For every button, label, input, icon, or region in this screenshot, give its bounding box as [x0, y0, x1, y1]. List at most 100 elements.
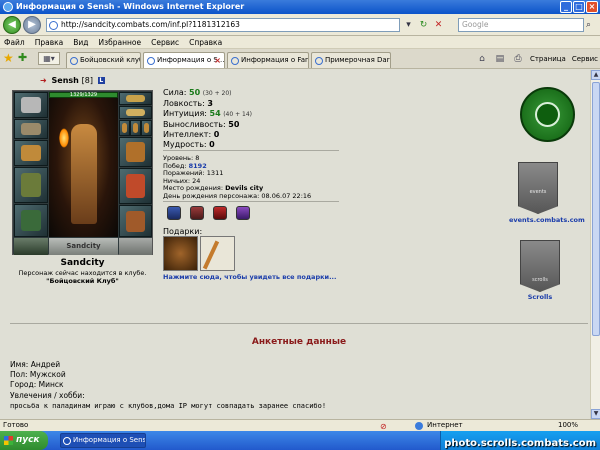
boots-slot[interactable] [119, 205, 152, 237]
gloves-slot[interactable] [119, 137, 152, 167]
page-icon [49, 21, 58, 30]
zoom-level[interactable]: 100% [558, 420, 578, 431]
badge-shield-icon[interactable] [167, 206, 181, 220]
favorites-star-icon[interactable]: ★ [3, 52, 15, 64]
tab-page-icon [315, 57, 323, 65]
dropdown-arrow-icon[interactable]: ▾ [402, 18, 415, 32]
forward-button[interactable]: ▶ [23, 16, 41, 34]
bull-emblem-icon[interactable] [520, 87, 575, 142]
belt-slot[interactable] [14, 204, 48, 237]
ring-icon [121, 123, 128, 133]
armor-slot[interactable] [14, 167, 48, 203]
minimize-button[interactable]: _ [560, 1, 572, 13]
menu-view[interactable]: Вид [73, 36, 88, 48]
menu-favorites[interactable]: Избранное [99, 36, 142, 48]
record-value: 1311 [206, 169, 224, 177]
badge-knight-icon[interactable] [190, 206, 204, 220]
character-name[interactable]: Sensh [52, 76, 79, 85]
gifts-label: Подарки: [163, 227, 203, 236]
tab-page-icon [70, 57, 78, 65]
scrolls-banner[interactable]: scrolls [520, 240, 560, 292]
status-bar: Готово ⊘ Интернет 100% [0, 419, 600, 431]
scroll-down-icon[interactable]: ▼ [591, 409, 600, 419]
vertical-scrollbar[interactable]: ▲ ▼ [590, 70, 600, 419]
refresh-icon[interactable]: ↻ [417, 18, 430, 32]
taskbar: пуск Информация о Sensh... photo.scrolls… [0, 431, 600, 450]
security-zone[interactable]: Интернет [415, 420, 463, 431]
tab-info-sensh[interactable]: Информация о S... × [143, 52, 225, 68]
gift-hockey-stick-icon[interactable] [200, 236, 235, 271]
zone-label: Интернет [427, 421, 463, 429]
tab-bar: ★ ✚ ▦▾ Бойцовский клуб Информация о S...… [0, 49, 600, 69]
profile-gender: Пол: Мужской [10, 370, 66, 380]
stop-icon[interactable]: ✕ [432, 18, 445, 32]
menu-edit[interactable]: Правка [35, 36, 64, 48]
menu-help[interactable]: Справка [189, 36, 222, 48]
menu-tools[interactable]: Сервис [151, 36, 179, 48]
ring-slot-3[interactable] [141, 120, 152, 136]
hp-bar: 1329/1329 [49, 92, 118, 98]
record-label: День рождения персонажа: [163, 191, 260, 200]
tab-label: Примерочная DarkClan [325, 56, 390, 64]
stat-intuition: Интуиция: 54 (40 + 14) [163, 109, 252, 120]
shield-slot[interactable] [119, 168, 152, 204]
gift-chest-icon[interactable] [163, 236, 198, 271]
page-content: ➜ Sensh [8] L 1329/1329 Sandcity Sandcit… [0, 70, 600, 419]
ring-slot-2[interactable] [130, 120, 141, 136]
gloves-icon [126, 142, 145, 162]
window-titlebar: Информация о Sensh - Windows Internet Ex… [0, 0, 600, 14]
hammer-icon [21, 144, 41, 162]
weapon-slot[interactable] [14, 140, 48, 166]
gifts-row [163, 236, 235, 271]
maximize-button[interactable]: □ [573, 1, 585, 13]
stat-label: Ловкость: [163, 99, 205, 108]
events-banner-text: events [529, 189, 547, 195]
badge-star-icon[interactable] [213, 206, 227, 220]
private-message-arrow-icon[interactable]: ➜ [40, 76, 47, 85]
home-icon[interactable]: ⌂ [476, 52, 488, 66]
clan-flag-icon[interactable]: L [97, 77, 105, 84]
status-text: Готово [3, 421, 29, 429]
tools-menu[interactable]: Сервис [572, 52, 598, 66]
add-favorite-icon[interactable]: ✚ [18, 52, 30, 64]
scroll-up-icon[interactable]: ▲ [591, 70, 600, 80]
events-banner[interactable]: events [518, 162, 558, 214]
search-input[interactable]: Google [458, 18, 584, 32]
helmet-slot[interactable] [14, 92, 48, 118]
back-button[interactable]: ◀ [3, 16, 21, 34]
quick-tabs-icon[interactable]: ▦▾ [38, 52, 60, 65]
profile-section-title: Анкетные данные [251, 337, 347, 347]
ring-slot-1[interactable] [119, 120, 130, 136]
scrolls-link[interactable]: Scrolls [525, 293, 555, 301]
tab-page-icon [231, 57, 239, 65]
feeds-icon[interactable]: ▤ [494, 52, 506, 66]
badges-row [167, 206, 250, 220]
tab-info-fanti[interactable]: Информация о Fanti... [227, 52, 309, 68]
menu-file[interactable]: Файл [4, 36, 25, 48]
torch-icon [59, 128, 69, 148]
stat-strength: Сила: 50 (30 + 20) [163, 88, 252, 99]
stats-divider [163, 150, 339, 151]
search-icon[interactable]: ⌕ [586, 18, 598, 32]
stat-bonus: (30 + 20) [202, 90, 232, 97]
events-link[interactable]: events.combats.com [509, 216, 585, 224]
close-button[interactable]: × [586, 1, 598, 13]
character-location: Персонаж сейчас находится в клубе. "Бойц… [2, 269, 163, 285]
character-level: [8] [81, 76, 93, 85]
tab-close-icon[interactable]: × [214, 53, 221, 68]
taskbar-ie-window[interactable]: Информация о Sensh... [60, 433, 146, 448]
all-gifts-link[interactable]: Нажмите сюда, чтобы увидеть все подарки.… [163, 273, 336, 281]
scroll-thumb[interactable] [592, 82, 600, 336]
url-input[interactable]: http://sandcity.combats.com/inf.pl?11813… [46, 18, 400, 32]
stat-bonus: (40 + 14) [223, 111, 252, 118]
tab-darkclan[interactable]: Примерочная DarkClan [311, 52, 391, 68]
bull-head-icon [535, 102, 560, 127]
page-menu[interactable]: Страница [530, 52, 566, 66]
tab-fight-club[interactable]: Бойцовский клуб [66, 52, 141, 68]
earring-slot[interactable] [119, 92, 152, 105]
badge-orb-icon[interactable] [236, 206, 250, 220]
start-button[interactable]: пуск [0, 431, 48, 450]
amulet-slot[interactable] [119, 106, 152, 119]
bracers-slot[interactable] [14, 119, 48, 139]
print-icon[interactable]: ⎙ [512, 52, 524, 66]
